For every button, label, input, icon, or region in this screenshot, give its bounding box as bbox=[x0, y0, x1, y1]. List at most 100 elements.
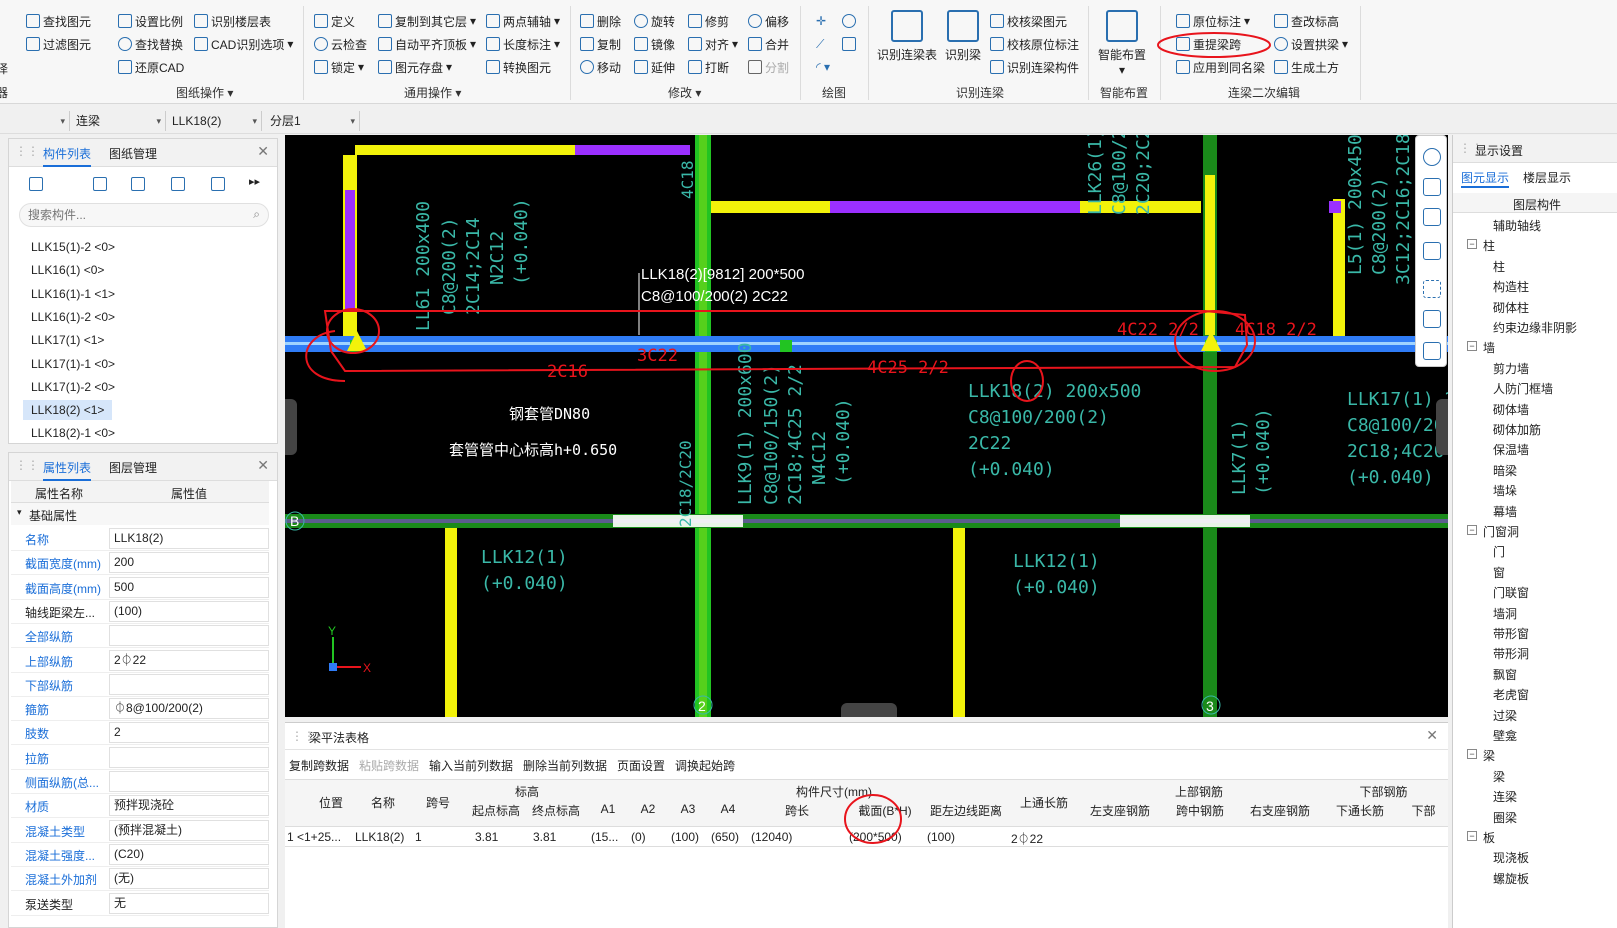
tree-item[interactable]: 过梁 bbox=[1493, 707, 1517, 724]
component-list-item[interactable]: LLK16(1) <0> bbox=[23, 260, 112, 280]
tree-item[interactable]: 砌体墙 bbox=[1493, 401, 1529, 418]
tree-group[interactable]: 墙 bbox=[1483, 339, 1495, 356]
search-box[interactable]: ⌕ bbox=[19, 203, 269, 227]
tree-group[interactable]: 门窗洞 bbox=[1483, 523, 1519, 540]
set-arch-beam-button[interactable]: 设置拱梁 ▾ bbox=[1274, 34, 1348, 54]
mirror-button[interactable]: 镜像 bbox=[634, 34, 675, 54]
property-value[interactable]: ⏀8@100/200(2) bbox=[109, 698, 269, 720]
tree-item[interactable]: 暗梁 bbox=[1493, 462, 1517, 479]
draw-line-button[interactable]: ⟋ bbox=[816, 34, 824, 54]
check-orig-mark-button[interactable]: 校核原位标注 bbox=[990, 34, 1079, 54]
collapse-left-handle[interactable] bbox=[285, 399, 297, 455]
drag-grip-icon[interactable]: ⋮⋮ bbox=[15, 144, 39, 158]
tree-item[interactable]: 幕墙 bbox=[1493, 503, 1517, 520]
tree-item[interactable]: 砌体柱 bbox=[1493, 299, 1529, 316]
cell-end-elev[interactable]: 3.81 bbox=[533, 830, 556, 844]
tree-item[interactable]: 带形洞 bbox=[1493, 645, 1529, 662]
cell-span-length[interactable]: (12040) bbox=[751, 830, 792, 844]
collapse-toggle-icon[interactable]: − bbox=[1467, 831, 1477, 841]
tree-item[interactable]: 门联窗 bbox=[1493, 584, 1529, 601]
orbit-icon[interactable] bbox=[1423, 148, 1441, 166]
cell-a1[interactable]: (15... bbox=[591, 830, 618, 844]
cell-a3[interactable]: (100) bbox=[671, 830, 699, 844]
tree-item[interactable]: 构造柱 bbox=[1493, 278, 1529, 295]
tree-group[interactable]: 梁 bbox=[1483, 747, 1495, 764]
find-element-button[interactable]: 查找图元 bbox=[26, 11, 91, 31]
identify-beam-button[interactable]: 识别梁 bbox=[942, 10, 984, 63]
tab-drawing-manage[interactable]: 图纸管理 bbox=[109, 145, 157, 162]
property-value[interactable] bbox=[109, 673, 269, 695]
property-value[interactable]: LLK18(2) bbox=[109, 528, 269, 549]
table-toolbar-button[interactable]: 删除当前列数据 bbox=[523, 757, 607, 774]
table-toolbar-button[interactable]: 输入当前列数据 bbox=[429, 757, 513, 774]
collapse-toggle-icon[interactable]: − bbox=[1467, 239, 1477, 250]
extend-button[interactable]: 延伸 bbox=[634, 57, 675, 77]
tree-group[interactable]: 板 bbox=[1483, 829, 1495, 846]
cell-upper-through[interactable]: 2⏀22 bbox=[1011, 830, 1043, 847]
property-value[interactable]: (无) bbox=[109, 868, 269, 890]
property-value[interactable]: 2 bbox=[109, 722, 269, 744]
restore-cad-button[interactable]: 还原CAD bbox=[118, 57, 184, 77]
more-icon[interactable]: ▸▸ bbox=[249, 175, 260, 188]
collapse-right-handle[interactable] bbox=[1436, 399, 1448, 455]
tree-item[interactable]: 辅助轴线 bbox=[1493, 217, 1541, 234]
property-value[interactable]: (C20) bbox=[109, 843, 269, 865]
merge-button[interactable]: 合并 bbox=[748, 34, 789, 54]
convert-element-button[interactable]: 转换图元 bbox=[486, 57, 551, 77]
copy-button[interactable]: 复制 bbox=[580, 34, 621, 54]
property-value[interactable] bbox=[109, 625, 269, 647]
tree-item[interactable]: 老虎窗 bbox=[1493, 686, 1529, 703]
property-value[interactable]: 无 bbox=[109, 892, 269, 914]
collapse-toggle-icon[interactable]: − bbox=[1467, 749, 1477, 760]
close-icon[interactable]: ✕ bbox=[257, 457, 269, 474]
tab-component-list[interactable]: 构件列表 bbox=[43, 145, 92, 167]
cell-a2[interactable]: (0) bbox=[631, 830, 646, 844]
layer-select[interactable]: 分层1 ▾ bbox=[266, 111, 360, 131]
align-button[interactable]: 对齐 ▾ bbox=[688, 34, 738, 54]
cell-distance[interactable]: (100) bbox=[927, 830, 955, 844]
draw-arc-button[interactable]: ◜ ▾ bbox=[816, 57, 830, 77]
component-list-item[interactable]: LLK15(1)-2 <0> bbox=[23, 237, 123, 257]
cell-position[interactable]: <1+25... bbox=[297, 830, 341, 844]
tree-item[interactable]: 剪力墙 bbox=[1493, 360, 1529, 377]
tree-item[interactable]: 飘窗 bbox=[1493, 666, 1517, 683]
tab-property-list[interactable]: 属性列表 bbox=[43, 459, 92, 481]
drawing-canvas[interactable]: 3C22 2C16 4C25 2/2 4C22 2/2 4C18 2/2 LLK… bbox=[285, 135, 1448, 717]
tree-item[interactable]: 圈梁 bbox=[1493, 809, 1517, 826]
3d-view-icon[interactable] bbox=[1423, 178, 1441, 196]
tree-item[interactable]: 人防门框墙 bbox=[1493, 380, 1553, 397]
type-select[interactable]: 连梁 ▾ bbox=[72, 111, 166, 131]
lock-button[interactable]: 锁定 ▾ bbox=[314, 57, 364, 77]
drag-grip-icon[interactable]: ⋮⋮ bbox=[15, 458, 39, 472]
property-value[interactable] bbox=[109, 746, 269, 768]
tree-item[interactable]: 墙洞 bbox=[1493, 605, 1517, 622]
component-list-item[interactable]: LLK16(1)-1 <1> bbox=[23, 284, 123, 304]
move-button[interactable]: 移动 bbox=[580, 57, 621, 77]
tree-item[interactable]: 梁 bbox=[1493, 768, 1505, 785]
apply-same-name-button[interactable]: 应用到同名梁 bbox=[1176, 57, 1265, 77]
box-view-icon[interactable] bbox=[1423, 242, 1441, 260]
copy-icon[interactable] bbox=[93, 177, 107, 191]
property-value[interactable]: 预拌现浇砼 bbox=[109, 795, 269, 817]
gen-earth-button[interactable]: 生成土方 bbox=[1274, 57, 1339, 77]
copy-to-floor-button[interactable]: 复制到其它层 ▾ bbox=[378, 11, 476, 31]
filter-element-button[interactable]: 过滤图元 bbox=[26, 34, 91, 54]
tree-item[interactable]: 窗 bbox=[1493, 564, 1505, 581]
split-button[interactable]: 分割 bbox=[748, 57, 789, 77]
draw-rect-button[interactable] bbox=[842, 34, 856, 54]
component-list-item[interactable]: LLK17(1)-1 <0> bbox=[23, 354, 123, 374]
define-button[interactable]: 定义 bbox=[314, 11, 355, 31]
sphere-icon[interactable] bbox=[1423, 310, 1441, 328]
cell-name[interactable]: LLK18(2) bbox=[355, 830, 404, 844]
tree-item[interactable]: 带形窗 bbox=[1493, 625, 1529, 642]
close-icon[interactable]: ✕ bbox=[1426, 727, 1438, 744]
component-select[interactable]: LLK18(2) ▾ bbox=[168, 111, 262, 131]
sort-icon[interactable] bbox=[211, 177, 225, 191]
offset-button[interactable]: 偏移 bbox=[748, 11, 789, 31]
table-toolbar-button[interactable]: 复制跨数据 bbox=[289, 757, 349, 774]
component-list-item[interactable]: LLK16(1)-2 <0> bbox=[23, 307, 123, 327]
cube-view-icon[interactable] bbox=[1423, 208, 1441, 226]
two-point-axis-button[interactable]: 两点辅轴 ▾ bbox=[486, 11, 560, 31]
draw-point-button[interactable]: ✛ bbox=[816, 11, 826, 31]
break-button[interactable]: 打断 bbox=[688, 57, 729, 77]
